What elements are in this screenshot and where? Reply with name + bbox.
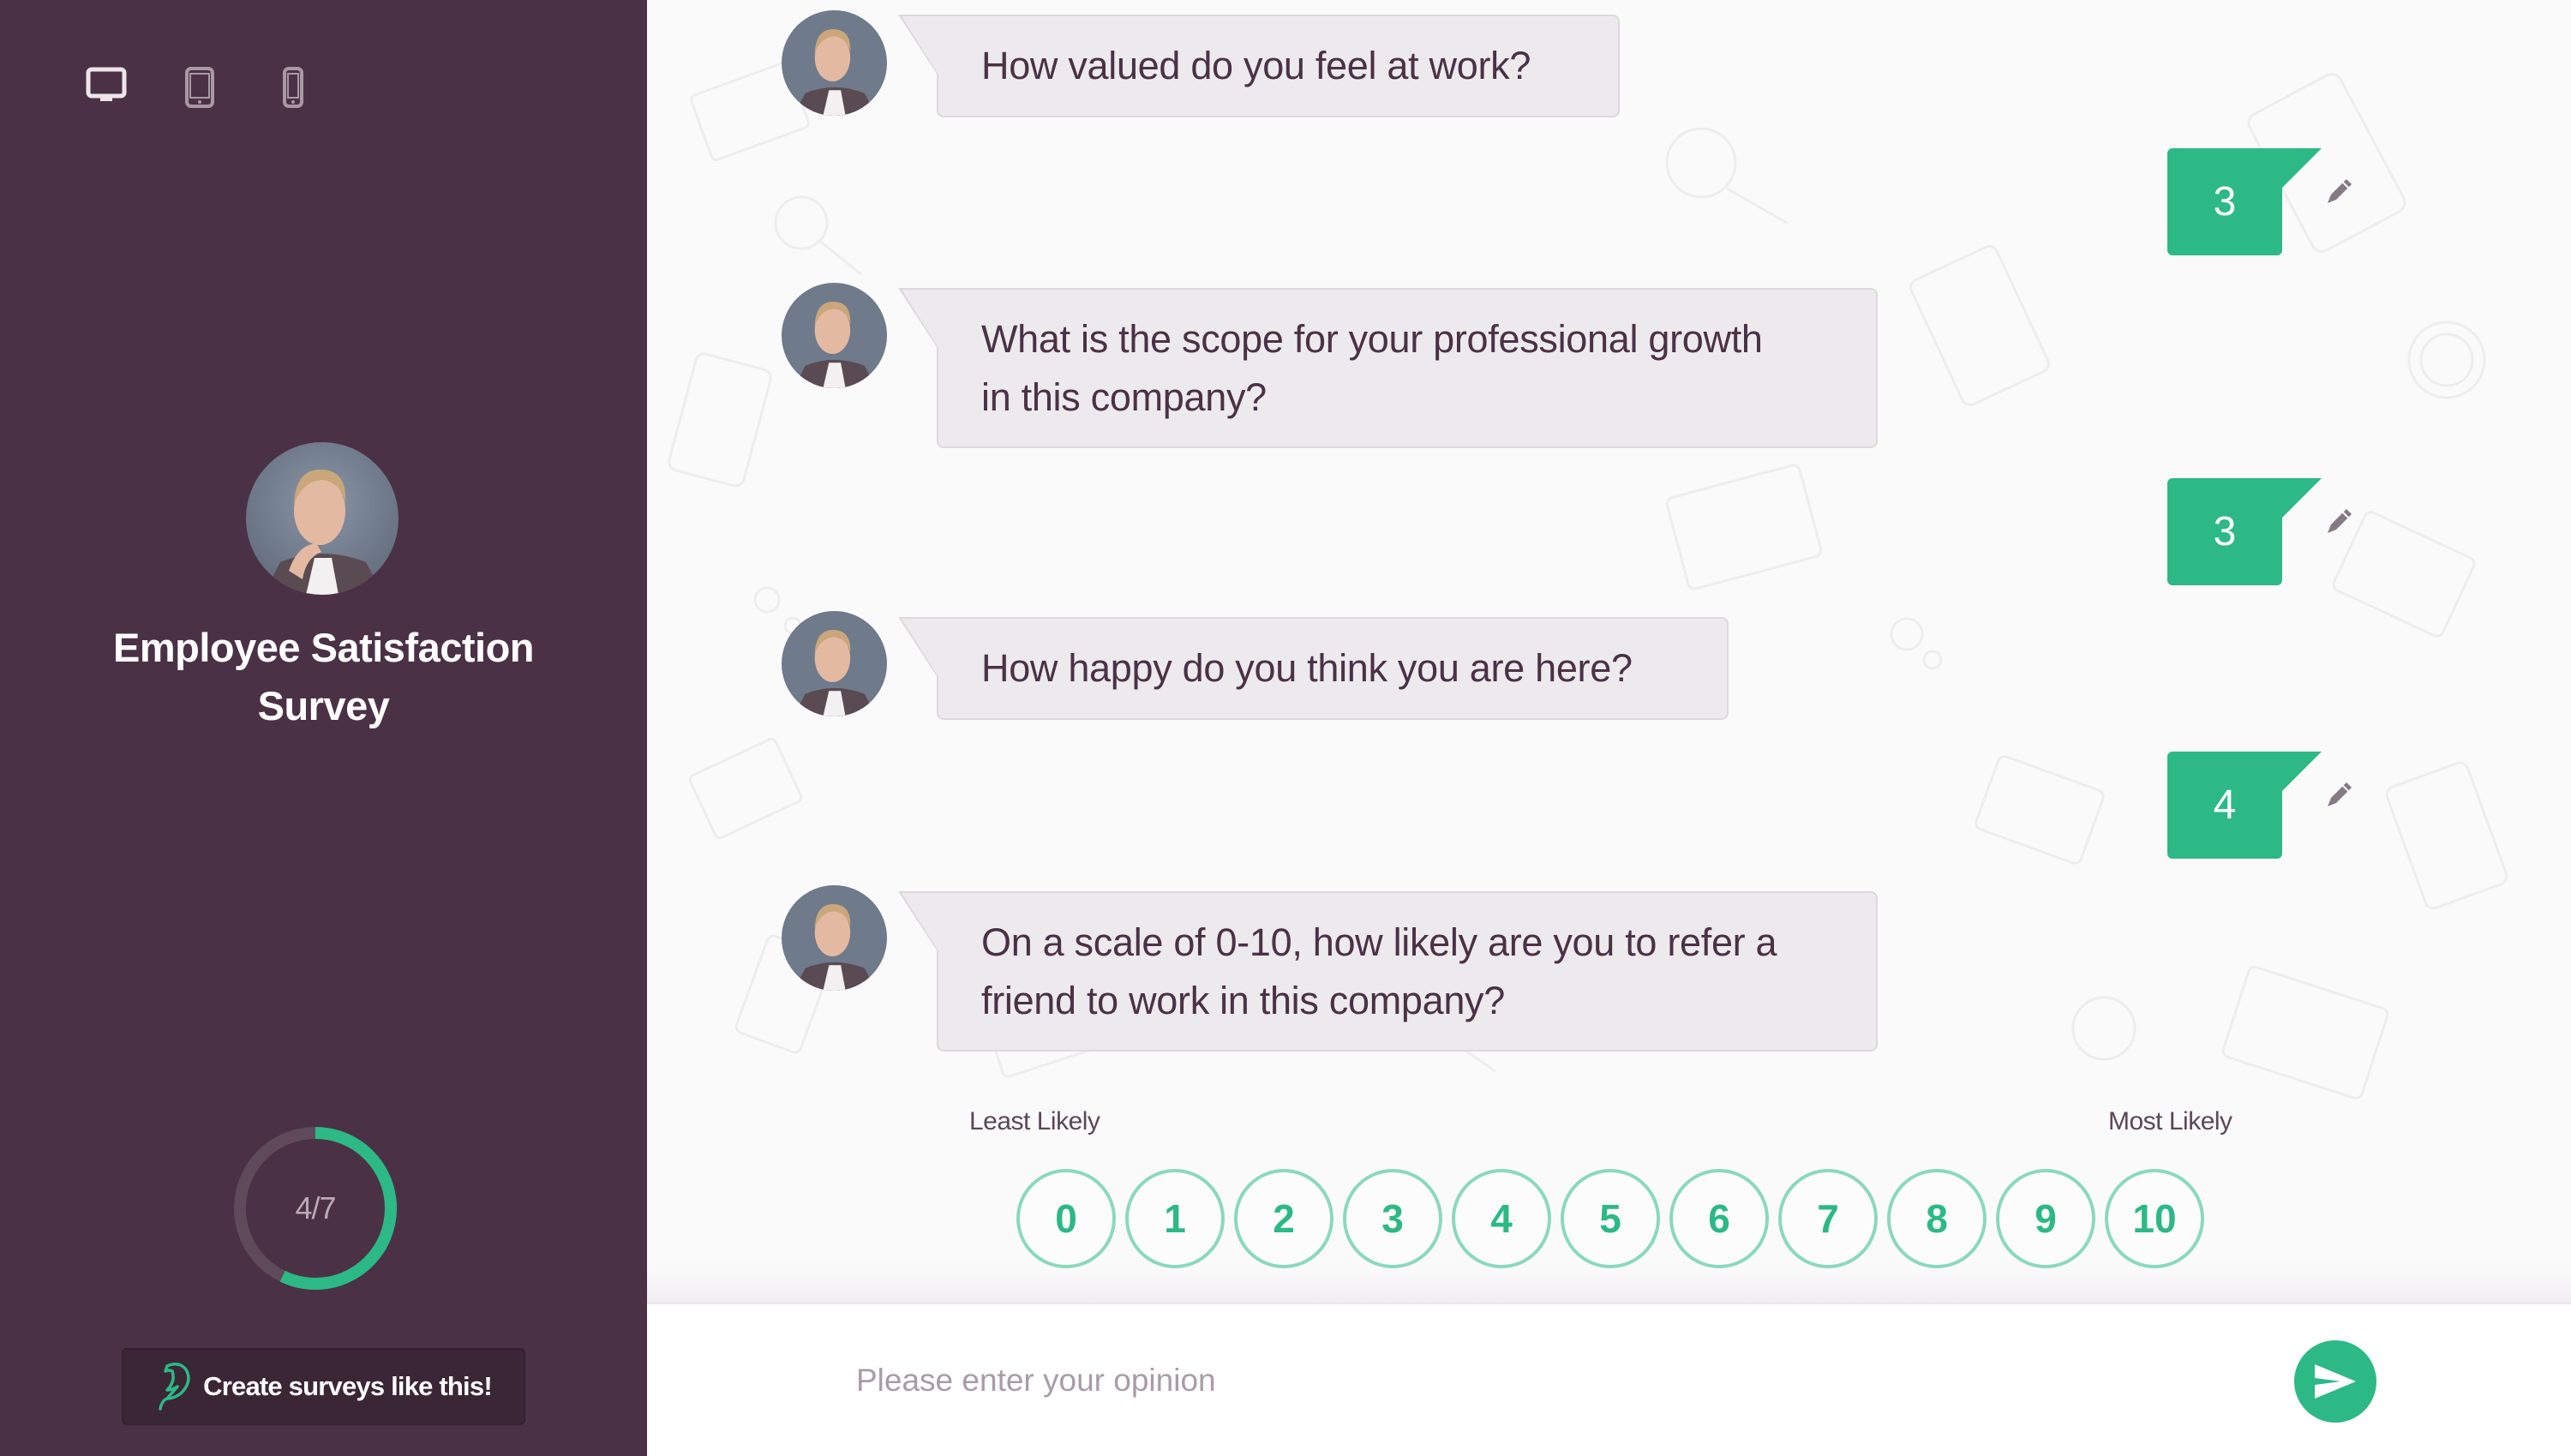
rating-option-7[interactable]: 7: [1778, 1169, 1878, 1268]
tablet-icon[interactable]: [184, 67, 215, 108]
survey-title-line1: Employee Satisfaction: [113, 625, 535, 670]
question-bubble: How valued do you feel at work?: [898, 15, 1620, 117]
answer-text: 4: [2213, 782, 2237, 828]
most-likely-label: Most Likely: [2108, 1107, 2232, 1135]
desktop-icon[interactable]: [86, 67, 127, 105]
answer-text: 3: [2213, 509, 2237, 554]
question-bubble: What is the scope for your professional …: [898, 288, 1878, 448]
opinion-input[interactable]: [854, 1339, 2272, 1423]
rating-option-3[interactable]: 3: [1343, 1169, 1442, 1268]
rating-option-10[interactable]: 10: [2105, 1169, 2204, 1268]
rating-option-9[interactable]: 9: [1996, 1169, 2095, 1268]
question-text-line2: in this company?: [981, 375, 1267, 419]
bot-avatar: [782, 283, 887, 388]
survey-title-line2: Survey: [257, 683, 390, 728]
rating-option-1[interactable]: 1: [1125, 1169, 1225, 1268]
pencil-edit-icon[interactable]: [2324, 176, 2355, 211]
send-button[interactable]: [2294, 1340, 2376, 1423]
phone-icon[interactable]: [283, 67, 303, 108]
question-text-line2: friend to work in this company?: [981, 979, 1505, 1022]
progress-label: 4/7: [295, 1190, 336, 1225]
pencil-edit-icon[interactable]: [2324, 506, 2355, 541]
answer-bubble: 3: [2167, 148, 2322, 255]
rating-option-2[interactable]: 2: [1234, 1169, 1333, 1268]
sidebar: Employee Satisfaction Survey 4/7 Create …: [0, 0, 647, 1456]
pencil-edit-icon[interactable]: [2324, 779, 2355, 814]
answer-text: 3: [2213, 179, 2237, 225]
bot-avatar: [782, 611, 887, 716]
bot-avatar: [782, 10, 887, 116]
question-text-line1: On a scale of 0-10, how likely are you t…: [981, 920, 1777, 964]
rating-option-6[interactable]: 6: [1669, 1169, 1769, 1268]
survey-title: Employee Satisfaction Survey: [0, 619, 647, 735]
answer-bubble: 4: [2167, 752, 2322, 859]
question-bubble: How happy do you think you are here?: [898, 617, 1729, 720]
rating-option-5[interactable]: 5: [1561, 1169, 1660, 1268]
question-text-line1: What is the scope for your professional …: [981, 317, 1763, 361]
create-surveys-button[interactable]: Create surveys like this!: [122, 1348, 525, 1425]
rating-option-8[interactable]: 8: [1887, 1169, 1987, 1268]
send-arrow-icon: [2315, 1364, 2356, 1399]
answer-bubble: 3: [2167, 478, 2322, 585]
question-text: How happy do you think you are here?: [981, 646, 1633, 690]
question-bubble: On a scale of 0-10, how likely are you t…: [898, 891, 1878, 1052]
rating-option-4[interactable]: 4: [1452, 1169, 1551, 1268]
rating-option-0[interactable]: 0: [1016, 1169, 1116, 1268]
bot-avatar: [782, 885, 887, 991]
least-likely-label: Least Likely: [969, 1107, 1100, 1135]
rating-scale: 0 1 2 3 4 5 6 7 8 9 10: [1016, 1169, 2204, 1268]
input-bar: [647, 1303, 2571, 1456]
chat-bottom-fade: [647, 1268, 2571, 1303]
chat-area: How valued do you feel at work? 3 What i…: [647, 0, 2571, 1303]
surveyor-avatar: [246, 442, 399, 595]
create-surveys-label: Create surveys like this!: [203, 1371, 492, 1401]
question-text: How valued do you feel at work?: [981, 44, 1531, 87]
brand-bird-icon: [155, 1361, 195, 1412]
